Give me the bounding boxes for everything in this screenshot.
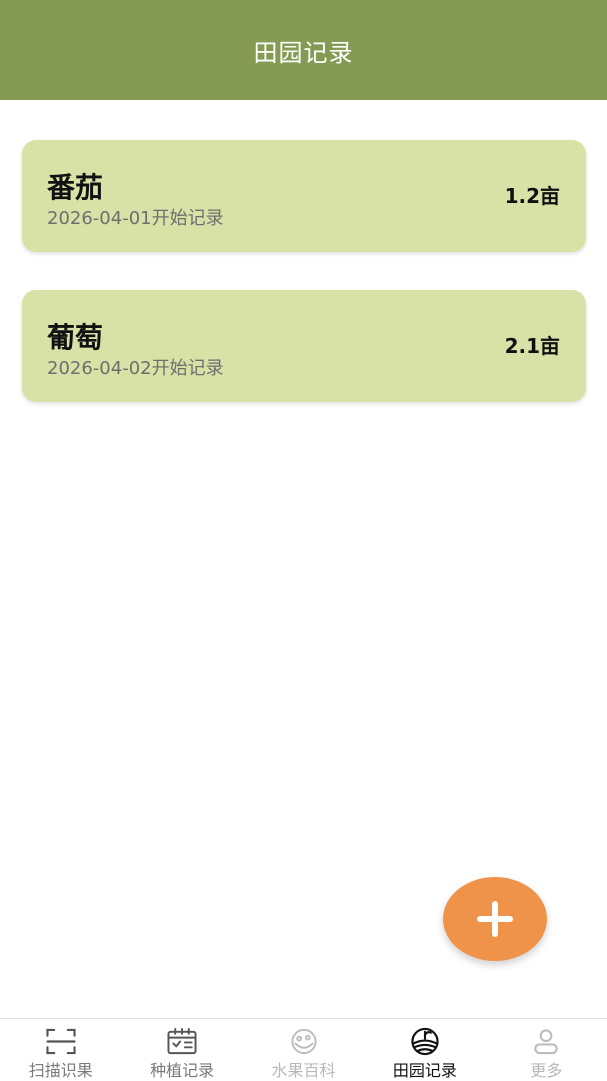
nav-label: 种植记录	[150, 1061, 215, 1080]
record-card-grape[interactable]: 葡萄 2026-04-02开始记录 2.1亩	[22, 290, 586, 402]
nav-item-field[interactable]: 田园记录	[364, 1019, 485, 1081]
nav-label: 水果百科	[271, 1061, 336, 1080]
nav-label: 田园记录	[392, 1061, 457, 1080]
add-record-button[interactable]	[443, 877, 547, 961]
calendar-icon	[167, 1027, 197, 1055]
record-start-date: 2026-04-01开始记录	[47, 208, 224, 229]
fruit-icon	[290, 1028, 317, 1055]
page-title: 田园记录	[253, 38, 354, 67]
record-name: 番茄	[47, 171, 104, 204]
record-list: 番茄 2026-04-01开始记录 1.2亩 葡萄 2026-04-02开始记录…	[22, 140, 586, 440]
app-header: 田园记录	[0, 0, 607, 100]
record-area: 2.1亩	[504, 334, 560, 358]
record-start-date: 2026-04-02开始记录	[47, 358, 224, 379]
nav-item-scan[interactable]: 扫描识果	[0, 1019, 121, 1081]
record-name: 葡萄	[47, 321, 104, 354]
nav-label: 更多	[530, 1061, 563, 1080]
nav-item-planting[interactable]: 种植记录	[121, 1019, 242, 1081]
bottom-nav: 扫描识果 种植记录 水果百科 田园记录 更多	[0, 1018, 607, 1081]
field-icon	[411, 1027, 439, 1056]
record-area: 1.2亩	[504, 184, 560, 208]
user-icon	[534, 1029, 559, 1055]
scan-icon	[46, 1028, 76, 1055]
nav-label: 扫描识果	[28, 1061, 93, 1080]
nav-item-encyclopedia[interactable]: 水果百科	[243, 1019, 364, 1081]
record-card-tomato[interactable]: 番茄 2026-04-01开始记录 1.2亩	[22, 140, 586, 252]
nav-item-more[interactable]: 更多	[486, 1019, 607, 1081]
plus-icon	[477, 901, 513, 937]
